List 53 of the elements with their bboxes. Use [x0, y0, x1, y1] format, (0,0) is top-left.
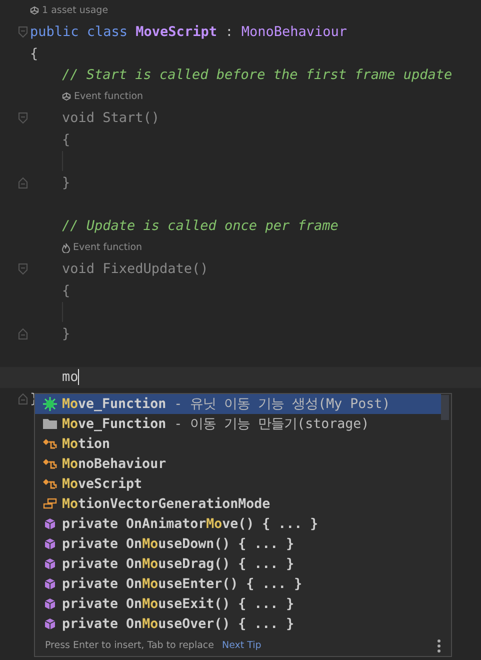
completion-item[interactable]: private OnAnimatorMove() { ... } [35, 514, 441, 534]
code-token: MonoBehaviour [241, 24, 348, 40]
completion-item[interactable]: MotionVectorGenerationMode [35, 494, 441, 514]
code-hint[interactable]: Event function [74, 91, 144, 102]
fold-icon[interactable] [18, 328, 28, 340]
flame-icon [62, 242, 70, 253]
cube-icon [43, 518, 57, 530]
code-token: // Start is called before the first frame update [62, 67, 452, 84]
cube-icon [43, 558, 57, 570]
completion-item[interactable]: private OnMouseExit() { ... } [35, 594, 441, 614]
class-icon [43, 478, 57, 490]
cube-icon [43, 538, 57, 550]
code-token: // Update is called once per frame [62, 218, 338, 234]
completion-item[interactable]: Move_Function - 이동 기능 만들기(storage) [35, 414, 441, 434]
completion-item[interactable]: private OnMouseOver() { ... } [35, 614, 441, 634]
code-hint[interactable]: 1 asset usage [42, 5, 108, 16]
footer-hint: Press Enter to insert, Tab to replace [45, 640, 214, 651]
cube-icon [43, 618, 57, 630]
code-token: public class [30, 24, 129, 40]
next-tip-link[interactable]: Next Tip [222, 640, 262, 651]
completion-item[interactable]: private OnMouseDrag() { ... } [35, 554, 441, 574]
code-token: { [62, 132, 70, 148]
code-token: MoveScript [136, 24, 217, 40]
code-hint[interactable]: Event function [73, 242, 142, 254]
code-token: } [62, 326, 70, 342]
completion-item[interactable]: private OnMouseDown() { ... } [35, 534, 441, 554]
code-token: : [224, 24, 234, 40]
completion-item[interactable]: MoveScript [35, 474, 441, 494]
unity-icon [62, 92, 71, 102]
cube-icon [43, 578, 57, 590]
code-token: { [30, 46, 38, 62]
class-icon [43, 458, 57, 470]
completion-item[interactable]: private OnMouseEnter() { ... } [35, 574, 441, 594]
more-icon[interactable] [437, 638, 441, 652]
fold-icon[interactable] [18, 177, 28, 190]
fold-icon[interactable] [18, 263, 28, 276]
code-token: } [62, 174, 70, 191]
fold-icon[interactable] [18, 393, 28, 406]
folder-icon [43, 418, 57, 430]
fold-icon[interactable] [18, 112, 28, 124]
code-token: void Start() [62, 110, 160, 126]
scrollbar[interactable] [441, 395, 449, 420]
unity-icon [30, 6, 39, 15]
completion-item[interactable]: Move_Function - 유닛 이동 기능 생성(My Post) [35, 394, 441, 414]
fold-icon[interactable] [18, 26, 28, 38]
completion-item[interactable]: Motion [35, 434, 441, 454]
code-token: void FixedUpdate() [62, 261, 208, 278]
class-icon [43, 438, 57, 450]
cube-icon [43, 598, 57, 610]
code-token: { [62, 282, 70, 299]
enum-icon [43, 498, 57, 510]
completion-item[interactable]: MonoBehaviour [35, 454, 441, 474]
code-token: mo [62, 369, 78, 386]
